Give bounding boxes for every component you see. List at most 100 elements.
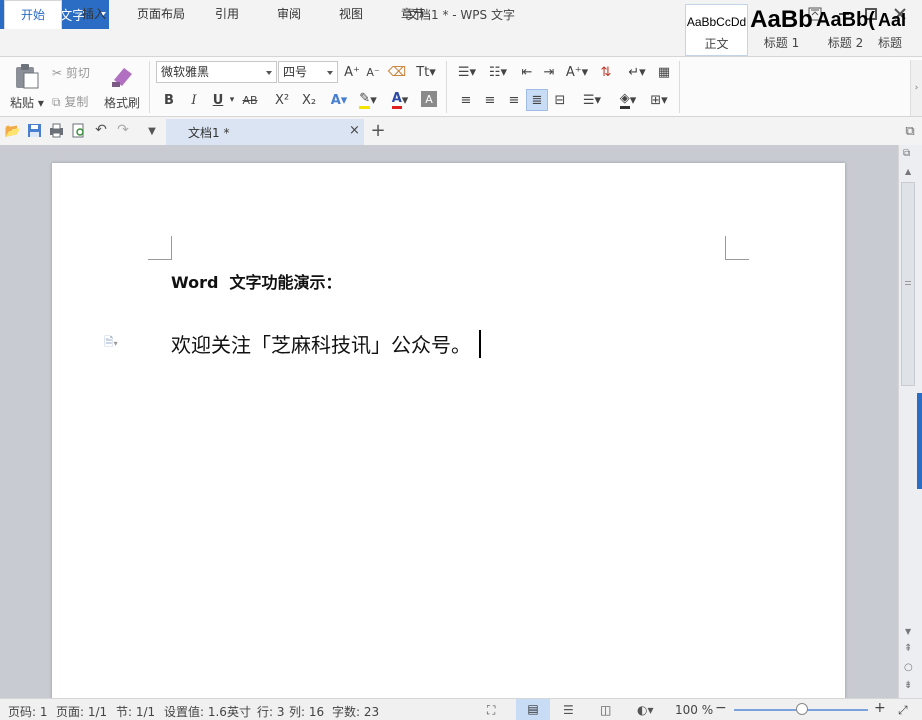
text-outline-button[interactable]: A▾ bbox=[327, 90, 351, 110]
redo-button[interactable]: ↷ bbox=[115, 121, 131, 139]
status-page[interactable]: 页码: 1 bbox=[8, 703, 48, 720]
shading-button[interactable]: ◈ ▾ bbox=[614, 90, 642, 110]
status-section[interactable]: 节: 1/1 bbox=[116, 703, 155, 720]
subscript-button[interactable]: X₂ bbox=[299, 90, 319, 110]
save-button[interactable] bbox=[27, 123, 42, 138]
outline-view-icon[interactable]: ☰ bbox=[563, 703, 574, 717]
previous-page-icon[interactable]: ⇞ bbox=[904, 643, 912, 654]
status-word-count[interactable]: 字数: 23 bbox=[332, 703, 379, 720]
fit-width-icon[interactable]: ⤢ bbox=[898, 703, 908, 718]
char-shading-button[interactable]: A bbox=[421, 91, 437, 107]
styles-scroll-button[interactable]: › bbox=[910, 60, 922, 116]
body-text: 欢迎关注「芝麻科技讯」公众号。 bbox=[171, 333, 471, 357]
show-marks-button[interactable]: ↵▾ bbox=[623, 62, 651, 82]
zoom-slider-thumb[interactable] bbox=[796, 703, 808, 715]
bullet-list-icon: ☰▾ bbox=[457, 64, 477, 80]
distribute-button[interactable]: ⊟ bbox=[550, 90, 570, 110]
tab-review[interactable]: 审阅 bbox=[267, 0, 311, 28]
close-tab-icon[interactable]: × bbox=[349, 123, 360, 138]
align-right-button[interactable]: ≡ bbox=[504, 90, 524, 110]
document-heading[interactable]: Word 文字功能演示： bbox=[171, 269, 342, 293]
side-panel-toggle[interactable] bbox=[917, 393, 922, 489]
strikethrough-button[interactable]: AB bbox=[240, 90, 260, 110]
align-center-button[interactable]: ≡ bbox=[480, 90, 500, 110]
paragraph-handle-icon[interactable]: 🗎▾ bbox=[104, 333, 130, 349]
web-view-icon[interactable]: ◫ bbox=[600, 703, 611, 717]
print-preview-button[interactable] bbox=[71, 123, 86, 138]
font-family-select[interactable]: 微软雅黑 bbox=[156, 61, 277, 83]
new-tab-button[interactable]: + bbox=[370, 120, 386, 141]
tab-page-layout[interactable]: 页面布局 bbox=[130, 0, 192, 28]
open-button[interactable]: 📂 bbox=[4, 122, 22, 140]
borders-button[interactable]: ⊞▾ bbox=[645, 90, 673, 110]
status-setting[interactable]: 设置值: 1.6英寸 bbox=[164, 703, 251, 720]
superscript-button[interactable]: X² bbox=[272, 90, 292, 110]
style-heading-2[interactable]: AaBb( 标题 2 bbox=[814, 4, 877, 56]
change-case-button[interactable]: A⁺▾ bbox=[563, 62, 591, 82]
line-spacing-button[interactable]: ☰▾ bbox=[578, 90, 606, 110]
status-page-of[interactable]: 页面: 1/1 bbox=[56, 703, 107, 720]
eye-protection-icon[interactable]: ◐▾ bbox=[637, 703, 654, 717]
tab-references[interactable]: 引用 bbox=[205, 0, 249, 28]
tab-chapter[interactable]: 章节 bbox=[391, 0, 435, 28]
undo-icon: ↶ bbox=[95, 122, 107, 138]
zoom-level[interactable]: 100 % bbox=[675, 703, 713, 717]
justify-button[interactable]: ≣ bbox=[526, 89, 548, 111]
bullet-list-button[interactable]: ☰▾ bbox=[453, 62, 481, 82]
style-heading-1[interactable]: AaBb 标题 1 bbox=[750, 4, 813, 56]
align-left-icon: ≡ bbox=[460, 92, 472, 108]
bold-button[interactable]: B bbox=[160, 90, 178, 110]
style-title[interactable]: AaI 标题 bbox=[878, 4, 908, 56]
clear-format-button[interactable]: ⌫ bbox=[387, 62, 407, 82]
zoom-out-icon[interactable]: − bbox=[715, 700, 727, 716]
vertical-scrollbar[interactable]: ⧉ ▲ ▼ ⇞ ○ ⇟ bbox=[898, 145, 922, 698]
undo-button[interactable]: ↶ bbox=[93, 121, 109, 139]
cut-button[interactable]: ✂ 剪切 bbox=[52, 64, 90, 81]
copy-button[interactable]: ⧉ 复制 bbox=[52, 93, 88, 110]
paste-button[interactable]: 粘贴 ▾ bbox=[10, 94, 44, 111]
chevron-down-icon bbox=[266, 71, 272, 75]
numbered-list-button[interactable]: ☷▾ bbox=[484, 62, 512, 82]
scroll-down-icon[interactable]: ▼ bbox=[905, 627, 911, 636]
table-button[interactable]: ▦ bbox=[654, 62, 674, 82]
page-view-button[interactable]: ▤ bbox=[516, 699, 550, 720]
document-page[interactable]: Word 文字功能演示： 🗎▾ 欢迎关注「芝麻科技讯」公众号。 bbox=[52, 163, 845, 703]
grow-font-button[interactable]: A⁺ bbox=[343, 62, 361, 82]
style-name: 标题 2 bbox=[827, 36, 864, 50]
format-painter-button[interactable]: 格式刷 bbox=[104, 94, 140, 111]
scroll-thumb[interactable] bbox=[901, 182, 915, 386]
highlight-button[interactable]: ✎ ▾ bbox=[355, 90, 381, 110]
split-view-icon[interactable]: ⧉ bbox=[903, 148, 917, 160]
save-icon bbox=[28, 124, 41, 137]
font-color-button[interactable]: A ▾ bbox=[387, 90, 413, 110]
underline-dropdown[interactable]: ▾ bbox=[228, 90, 236, 110]
indent-icon: ⇥ bbox=[543, 64, 555, 80]
text-effect-button[interactable]: Tt▾ bbox=[412, 62, 440, 82]
align-left-button[interactable]: ≡ bbox=[456, 90, 476, 110]
zoom-in-icon[interactable]: + bbox=[874, 700, 886, 716]
customize-quick-access-button[interactable]: ▼ bbox=[145, 122, 159, 140]
style-normal[interactable]: AaBbCcDd 正文 bbox=[685, 4, 748, 56]
underline-button[interactable]: U bbox=[209, 90, 227, 110]
fullscreen-icon[interactable]: ⛶ bbox=[487, 703, 495, 718]
shrink-font-button[interactable]: A⁻ bbox=[364, 62, 382, 82]
browse-object-icon[interactable]: ○ bbox=[904, 662, 913, 673]
tab-view[interactable]: 视图 bbox=[329, 0, 373, 28]
scroll-up-icon[interactable]: ▲ bbox=[905, 167, 911, 176]
font-size-select[interactable]: 四号 bbox=[278, 61, 338, 83]
status-column[interactable]: 列: 16 bbox=[289, 703, 324, 720]
print-button[interactable] bbox=[49, 123, 64, 138]
next-page-icon[interactable]: ⇟ bbox=[904, 680, 912, 691]
increase-indent-button[interactable]: ⇥ bbox=[539, 62, 559, 82]
sort-button[interactable]: ⇅ bbox=[596, 62, 616, 82]
tab-home[interactable]: 开始 bbox=[4, 0, 62, 29]
format-painter-icon[interactable] bbox=[108, 62, 136, 90]
paste-icon[interactable] bbox=[12, 62, 40, 90]
window-mode-button[interactable]: ⧉ bbox=[902, 122, 918, 140]
decrease-indent-button[interactable]: ⇤ bbox=[517, 62, 537, 82]
italic-button[interactable]: I bbox=[185, 90, 203, 110]
document-body-text[interactable]: 欢迎关注「芝麻科技讯」公众号。 bbox=[171, 329, 481, 358]
tab-insert[interactable]: 插入 bbox=[72, 0, 116, 28]
document-tab[interactable]: 文档1 * × bbox=[166, 119, 364, 145]
status-line[interactable]: 行: 3 bbox=[257, 703, 285, 720]
